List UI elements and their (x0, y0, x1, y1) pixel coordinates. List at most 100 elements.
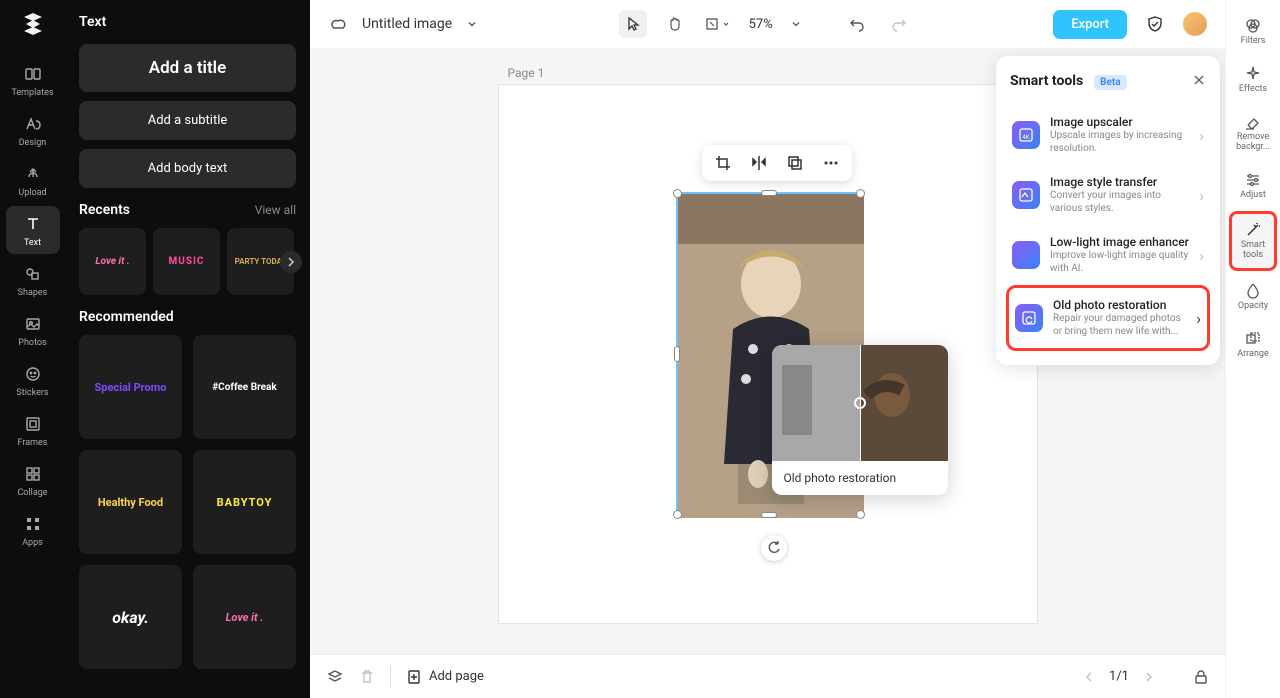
flip-button[interactable] (750, 154, 768, 172)
recent-item[interactable]: MUSIC (153, 228, 220, 295)
layers-button[interactable] (326, 668, 344, 686)
hand-icon (667, 16, 683, 32)
nav-stickers[interactable]: Stickers (6, 356, 60, 404)
chevron-right-icon (1143, 671, 1155, 683)
user-avatar[interactable] (1183, 12, 1207, 36)
prop-effects[interactable]: Effects (1229, 58, 1277, 102)
page-indicator: 1/1 (1109, 669, 1129, 684)
svg-text:4K: 4K (1022, 134, 1029, 141)
canvas-area[interactable]: Page 1 (310, 48, 1225, 654)
nav-frames[interactable]: Frames (6, 406, 60, 454)
lock-button[interactable] (1193, 669, 1209, 685)
recents-next[interactable] (280, 251, 302, 273)
replace-icon (786, 154, 804, 172)
nav-shapes[interactable]: Shapes (6, 256, 60, 304)
recents-view-all[interactable]: View all (255, 203, 296, 217)
recent-item[interactable]: Love it . (79, 228, 146, 295)
effects-icon (1244, 65, 1262, 83)
zoom-chevron-icon[interactable] (791, 19, 801, 29)
main-area: Untitled image 57% Export Page 1 (310, 0, 1225, 698)
nav-design[interactable]: Design (6, 106, 60, 154)
redo-button[interactable] (885, 10, 913, 38)
pointer-icon (625, 16, 641, 32)
nav-text[interactable]: Text (6, 206, 60, 254)
shield-icon (1146, 15, 1164, 33)
more-button[interactable] (822, 154, 840, 172)
smart-tool-style-transfer[interactable]: Image style transfer Convert your images… (1006, 165, 1210, 225)
resize-handle-se[interactable] (856, 510, 865, 519)
replace-button[interactable] (786, 154, 804, 172)
shapes-icon (22, 263, 44, 285)
app-logo[interactable] (19, 10, 47, 38)
add-title-button[interactable]: Add a title (79, 44, 296, 92)
nav-apps[interactable]: Apps (6, 506, 60, 554)
resize-handle-w[interactable] (674, 346, 680, 362)
recommended-label: Recommended (79, 309, 174, 325)
resize-handle-s[interactable] (761, 512, 777, 518)
shield-button[interactable] (1141, 10, 1169, 38)
document-title[interactable]: Untitled image (362, 16, 452, 32)
text-panel: Text Add a title Add a subtitle Add body… (65, 0, 310, 698)
smart-tool-image-upscaler[interactable]: 4K Image upscaler Upscale images by incr… (1006, 105, 1210, 165)
undo-button[interactable] (843, 10, 871, 38)
rotate-button[interactable] (761, 535, 787, 561)
add-subtitle-button[interactable]: Add a subtitle (79, 101, 296, 140)
add-body-button[interactable]: Add body text (79, 149, 296, 188)
nav-templates[interactable]: Templates (6, 56, 60, 104)
nav-collage[interactable]: Collage (6, 456, 60, 504)
upload-icon (22, 163, 44, 185)
export-button[interactable]: Export (1053, 10, 1127, 39)
filters-icon (1244, 17, 1262, 35)
pan-tool[interactable] (661, 10, 689, 38)
recommended-item[interactable]: Special Promo (79, 335, 182, 439)
delete-button[interactable] (358, 668, 376, 686)
smart-tool-old-photo-restoration[interactable]: Old photo restoration Repair your damage… (1006, 285, 1210, 351)
restoration-icon (1015, 304, 1043, 332)
prop-opacity[interactable]: Opacity (1229, 275, 1277, 319)
zoom-level[interactable]: 57% (745, 17, 777, 32)
recents-row: Love it . MUSIC PARTY TODAY (79, 228, 296, 295)
prev-page-button[interactable] (1083, 671, 1095, 683)
close-icon (1192, 73, 1206, 87)
adjust-icon (1244, 171, 1262, 189)
resize-handle-nw[interactable] (673, 189, 682, 198)
resize-tool[interactable] (703, 10, 731, 38)
preview-tooltip: Old photo restoration (772, 345, 948, 495)
prop-arrange[interactable]: Arrange (1229, 323, 1277, 367)
title-chevron-icon[interactable] (466, 18, 478, 30)
smart-tool-low-light[interactable]: Low-light image enhancer Improve low-lig… (1006, 225, 1210, 285)
smart-tools-title: Smart tools (1010, 73, 1083, 89)
chevron-right-icon: › (1199, 126, 1204, 145)
recommended-item[interactable]: BABYTOY (193, 450, 296, 554)
layers-icon (326, 668, 344, 686)
prop-adjust[interactable]: Adjust (1229, 164, 1277, 208)
page-label: Page 1 (508, 66, 545, 80)
add-page-button[interactable]: Add page (405, 668, 484, 686)
recommended-item[interactable]: #Coffee Break (193, 335, 296, 439)
resize-handle-sw[interactable] (673, 510, 682, 519)
nav-upload[interactable]: Upload (6, 156, 60, 204)
chevron-right-icon: › (1196, 309, 1201, 328)
recommended-item[interactable]: okay. (79, 565, 182, 669)
rotate-icon (767, 541, 781, 555)
next-page-button[interactable] (1143, 671, 1155, 683)
select-tool[interactable] (619, 10, 647, 38)
chevron-left-icon (1083, 671, 1095, 683)
prop-smart-tools[interactable]: Smart tools (1229, 211, 1277, 271)
crop-button[interactable] (714, 154, 732, 172)
close-button[interactable] (1192, 73, 1206, 87)
preview-label: Old photo restoration (772, 461, 948, 495)
crop-icon (714, 154, 732, 172)
nav-photos[interactable]: Photos (6, 306, 60, 354)
cloud-icon[interactable] (328, 14, 348, 34)
prop-filters[interactable]: Filters (1229, 10, 1277, 54)
recommended-item[interactable]: Healthy Food (79, 450, 182, 554)
panel-title: Text (79, 14, 296, 30)
resize-handle-n[interactable] (761, 190, 777, 196)
recommended-item[interactable]: Love it . (193, 565, 296, 669)
resize-handle-ne[interactable] (856, 189, 865, 198)
prop-remove-bg[interactable]: Remove backgr... (1229, 106, 1277, 160)
canvas-page[interactable]: Old photo restoration (498, 84, 1038, 624)
frames-icon (22, 413, 44, 435)
collage-icon (22, 463, 44, 485)
